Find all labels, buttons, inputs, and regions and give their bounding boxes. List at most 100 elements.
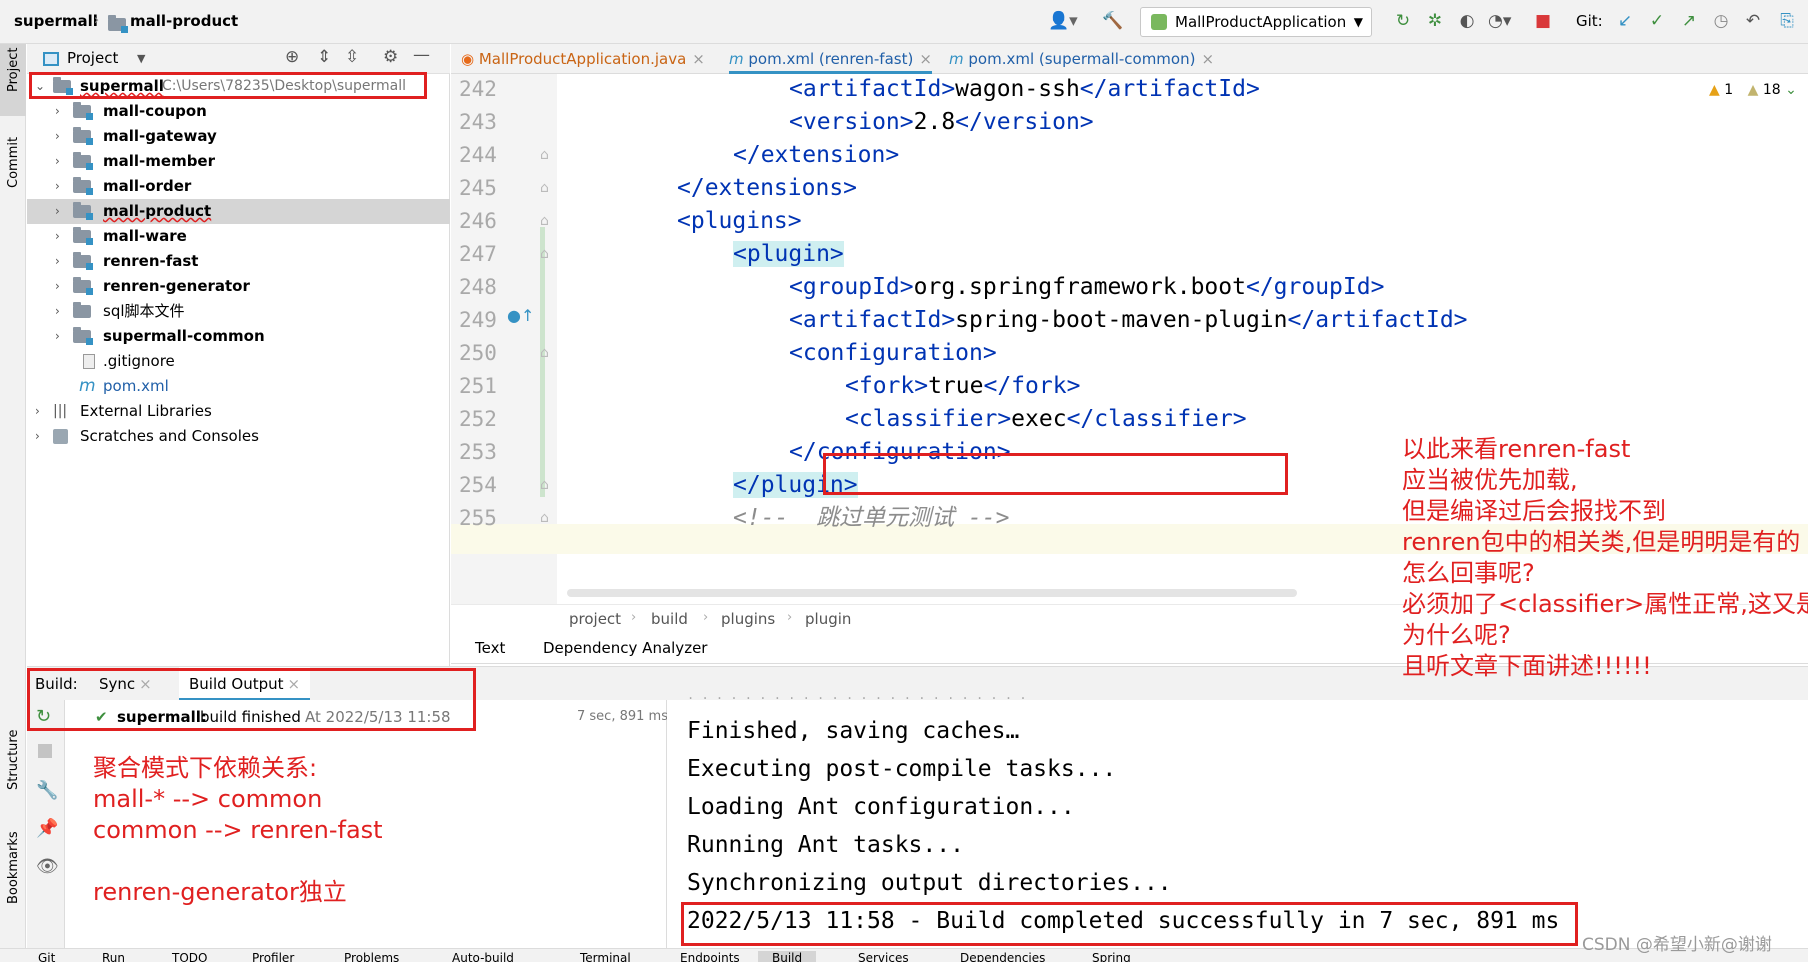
translate-icon[interactable]: ⎘ — [1776, 10, 1798, 32]
chevron-right-icon[interactable]: › — [55, 99, 60, 124]
tab-pom-supermall-common[interactable]: m pom.xml (supermall-common) × — [949, 44, 1214, 74]
locate-icon[interactable]: ⊕ — [285, 47, 299, 67]
chevron-right-icon[interactable]: › — [55, 174, 60, 199]
tab-mall-product-application[interactable]: ◉ MallProductApplication.java × — [461, 44, 705, 74]
breadcrumb-item[interactable]: plugin — [805, 610, 851, 628]
fold-icon[interactable]: ⌂ — [540, 213, 549, 229]
gear-icon[interactable]: ⚙ — [383, 47, 398, 67]
user-icon[interactable]: 👤▾ — [1048, 10, 1078, 32]
profile-icon[interactable]: ◔▾ — [1488, 10, 1511, 32]
close-icon[interactable]: × — [692, 50, 705, 68]
breadcrumb-root[interactable]: supermall — [14, 12, 98, 30]
project-view-select[interactable]: Project — [67, 49, 118, 67]
breadcrumb-item[interactable]: project — [569, 610, 621, 628]
tree-item[interactable]: › mall-order — [27, 174, 450, 199]
tree-item[interactable]: › renren-generator — [27, 274, 450, 299]
chevron-right-icon[interactable]: › — [55, 324, 60, 349]
close-icon[interactable]: × — [1201, 50, 1214, 68]
wrench-icon[interactable]: 🔧 — [36, 780, 58, 801]
breadcrumb-module[interactable]: mall-product — [130, 12, 238, 30]
tree-item[interactable]: › mall-gateway — [27, 124, 450, 149]
fold-icon[interactable]: ⌂ — [540, 180, 549, 196]
eye-icon[interactable]: 👁 — [36, 856, 59, 877]
tool-build[interactable]: Build — [758, 951, 817, 962]
chevron-right-icon[interactable]: › — [55, 149, 60, 174]
tree-item[interactable]: › mall-member — [27, 149, 450, 174]
fold-icon[interactable]: ⌂ — [540, 147, 549, 163]
tree-item[interactable]: › ||| External Libraries — [27, 399, 450, 424]
git-update-icon[interactable]: ↙ — [1614, 10, 1636, 32]
tab-text[interactable]: Text — [467, 639, 514, 669]
collapse-all-icon[interactable]: ⇳ — [345, 47, 359, 67]
tool-profiler[interactable]: Profiler — [252, 951, 294, 962]
tab-label: pom.xml (renren-fast) — [748, 50, 914, 68]
pin-icon[interactable]: 📌 — [36, 818, 58, 839]
tool-run[interactable]: Run — [102, 951, 125, 962]
inspection-widget[interactable]: ▲ 1 ▲ 18 ⌄ — [1709, 82, 1797, 98]
override-marker-icon[interactable]: ●↑ — [507, 306, 534, 325]
chevron-down-icon[interactable]: ▼ — [137, 52, 145, 65]
run-configuration-select[interactable]: MallProductApplication ▼ — [1140, 7, 1372, 37]
coverage-icon[interactable]: ◐ — [1456, 10, 1478, 32]
console-line: Finished, saving caches… — [687, 718, 1020, 744]
expand-all-icon[interactable]: ⇕ — [317, 47, 331, 67]
tool-todo[interactable]: TODO — [172, 951, 207, 962]
close-icon[interactable]: × — [919, 50, 932, 68]
tree-item[interactable]: › mall-ware — [27, 224, 450, 249]
xml-close-tag: </artifactId> — [1287, 307, 1468, 333]
tool-dependencies[interactable]: Dependencies — [960, 951, 1045, 962]
tool-endpoints[interactable]: Endpoints — [680, 951, 740, 962]
tab-dependency-analyzer[interactable]: Dependency Analyzer — [543, 639, 707, 657]
maven-icon: m — [729, 50, 749, 68]
tool-services[interactable]: Services — [858, 951, 909, 962]
tool-spring[interactable]: Spring — [1092, 951, 1131, 962]
chevron-right-icon[interactable]: › — [55, 274, 60, 299]
fold-icon[interactable]: ⌂ — [540, 246, 549, 262]
chevron-right-icon[interactable]: › — [55, 299, 60, 324]
tree-item[interactable]: › Scratches and Consoles — [27, 424, 450, 449]
tool-terminal[interactable]: Terminal — [580, 951, 631, 962]
fold-icon[interactable]: ⌂ — [540, 477, 549, 493]
tree-item[interactable]: › renren-fast — [27, 249, 450, 274]
bookmarks-tool-label[interactable]: Bookmarks — [6, 831, 21, 904]
tool-auto-build[interactable]: Auto-build — [452, 951, 514, 962]
project-tool-tab[interactable]: Project — [0, 44, 26, 116]
tool-problems[interactable]: Problems — [344, 951, 399, 962]
tree-item-selected[interactable]: › mall-product — [27, 199, 450, 224]
tree-item[interactable]: › mall-coupon — [27, 99, 450, 124]
bottom-tool-bar: Git Run TODO Profiler Problems Auto-buil… — [0, 948, 1808, 962]
module-folder-icon — [73, 127, 93, 145]
chevron-right-icon[interactable]: › — [55, 224, 60, 249]
chevron-right-icon[interactable]: › — [35, 399, 40, 424]
debug-icon[interactable]: ✲ — [1424, 10, 1446, 32]
chevron-right-icon[interactable]: › — [55, 124, 60, 149]
tree-item[interactable]: m pom.xml — [27, 374, 450, 399]
tree-item[interactable]: › sql脚本文件 — [27, 299, 450, 324]
rerun-icon[interactable]: ↻ — [1392, 10, 1414, 32]
git-push-icon[interactable]: ↗ — [1678, 10, 1700, 32]
chevron-right-icon[interactable]: › — [55, 199, 60, 224]
fold-icon[interactable]: ⌂ — [540, 345, 549, 361]
fold-icon[interactable]: ⌂ — [540, 510, 549, 526]
scratches-icon — [53, 429, 68, 444]
commit-tool-label[interactable]: Commit — [6, 137, 21, 188]
note-line: 为什么呢? — [1402, 621, 1511, 649]
tree-item-label: mall-order — [103, 177, 192, 195]
stop-icon[interactable] — [38, 744, 52, 758]
breadcrumb-item[interactable]: plugins — [721, 610, 775, 628]
structure-tool-label[interactable]: Structure — [6, 730, 21, 790]
rollback-icon[interactable]: ↶ — [1742, 10, 1764, 32]
breadcrumb-item[interactable]: build — [651, 610, 688, 628]
hammer-build-icon[interactable]: 🔨 — [1102, 10, 1124, 32]
horizontal-scrollbar[interactable] — [567, 589, 1297, 597]
tree-item[interactable]: .gitignore — [27, 349, 450, 374]
git-commit-icon[interactable]: ✓ — [1646, 10, 1668, 32]
tool-git[interactable]: Git — [38, 951, 55, 962]
tab-pom-renren-fast[interactable]: m pom.xml (renren-fast) × — [729, 44, 932, 74]
minimize-icon[interactable]: — — [413, 45, 430, 65]
tree-item[interactable]: › supermall-common — [27, 324, 450, 349]
stop-icon[interactable]: ■ — [1532, 10, 1554, 32]
chevron-right-icon[interactable]: › — [55, 249, 60, 274]
history-icon[interactable]: ◷ — [1710, 10, 1732, 32]
chevron-right-icon[interactable]: › — [35, 424, 40, 449]
